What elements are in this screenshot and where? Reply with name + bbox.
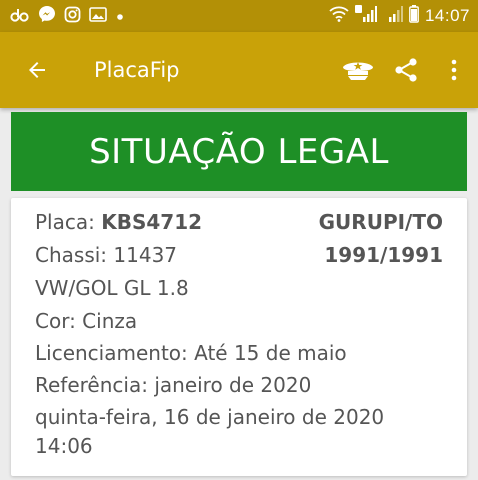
more-vert-icon [451, 59, 457, 81]
clock: 14:07 [424, 6, 470, 25]
status-banner: SITUAÇÃO LEGAL [11, 112, 467, 191]
wifi-icon [329, 6, 349, 26]
placa-label: Placa: [35, 210, 95, 234]
chassi-label: Chassi: [35, 243, 108, 267]
sim2-signal-icon [383, 5, 403, 27]
more-notifications-dot-icon [115, 7, 125, 26]
sim1-signal-icon [354, 5, 377, 27]
cor-row: Cor: Cinza [35, 309, 137, 333]
licenciamento-label: Licenciamento: [35, 341, 188, 365]
gallery-icon [89, 6, 107, 26]
arrow-back-icon [29, 62, 45, 78]
police-button[interactable] [334, 46, 382, 94]
overflow-menu-button[interactable] [430, 46, 478, 94]
cor-label: Cor: [35, 309, 76, 333]
police-cap-icon [343, 62, 373, 80]
placa-row: Placa: KBS4712 [35, 210, 202, 234]
back-button[interactable] [18, 51, 56, 89]
status-banner-text: SITUAÇÃO LEGAL [89, 131, 389, 172]
chassi-row: Chassi: 11437 [35, 243, 177, 267]
cor-value: Cinza [82, 309, 138, 333]
app-notification-icon [10, 7, 30, 26]
app-bar: PlacaFip [0, 32, 478, 108]
app-title: PlacaFip [94, 58, 180, 82]
battery-icon [409, 5, 419, 27]
year-value: 1991/1991 [324, 243, 443, 267]
query-date: quinta-feira, 16 de janeiro de 2020 [35, 405, 385, 429]
vehicle-info-card: Placa: KBS4712 GURUPI/TO Chassi: 11437 1… [11, 198, 467, 476]
referencia-row: Referência: janeiro de 2020 [35, 373, 311, 397]
referencia-label: Referência: [35, 373, 148, 397]
referencia-value: janeiro de 2020 [154, 373, 312, 397]
licenciamento-value: Até 15 de maio [194, 341, 347, 365]
location-value: GURUPI/TO [318, 210, 443, 234]
status-bar: 14:07 [0, 0, 478, 32]
placa-value: KBS4712 [101, 210, 203, 234]
licenciamento-row: Licenciamento: Até 15 de maio [35, 341, 347, 365]
share-icon [395, 58, 417, 82]
chassi-value: 11437 [113, 243, 178, 267]
instagram-icon [64, 6, 81, 27]
model-value: VW/GOL GL 1.8 [35, 276, 189, 300]
query-time: 14:06 [35, 434, 93, 458]
messenger-icon [38, 5, 56, 27]
share-button[interactable] [382, 46, 430, 94]
